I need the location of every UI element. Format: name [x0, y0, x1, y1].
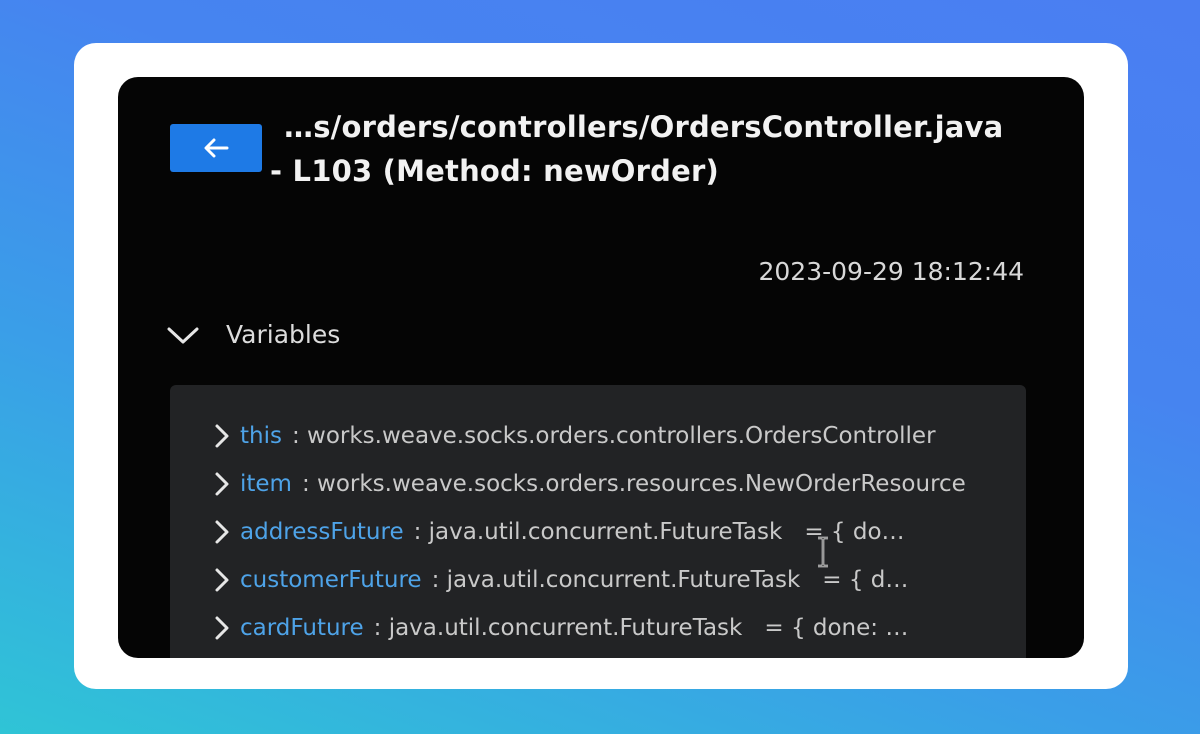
list-item[interactable]: item : works.weave.socks.orders.resource… [212, 460, 1082, 508]
variable-type: : java.util.concurrent.FutureTask [431, 567, 801, 593]
variable-type: : java.util.concurrent.FutureTask [373, 615, 743, 641]
line-method: - L103 (Method: newOrder) [270, 154, 719, 188]
variable-name: customerFuture [240, 567, 422, 593]
variables-toggle[interactable]: Variables [166, 320, 340, 349]
file-path: …s/orders/controllers/OrdersController.j… [284, 110, 1004, 144]
chevron-right-icon[interactable] [212, 423, 240, 449]
variable-name: addressFuture [240, 519, 404, 545]
variable-type: : works.weave.socks.orders.resources.New… [301, 471, 966, 497]
list-item[interactable]: addressFuture : java.util.concurrent.Fut… [212, 508, 1082, 556]
variables-label: Variables [226, 320, 341, 349]
variable-name: item [240, 471, 292, 497]
variable-type: : works.weave.socks.orders.controllers.O… [291, 423, 936, 449]
arrow-left-icon [204, 138, 229, 158]
snapshot-timestamp: 2023-09-29 18:12:44 [758, 257, 1024, 286]
chevron-down-icon [167, 327, 199, 343]
list-item[interactable]: customerFuture : java.util.concurrent.Fu… [212, 556, 1082, 604]
variable-value: = { d… [822, 567, 909, 593]
list-item[interactable]: this : works.weave.socks.orders.controll… [212, 412, 1082, 460]
back-button[interactable] [170, 124, 262, 172]
variable-value: = { done: … [764, 615, 909, 641]
chevron-right-icon[interactable] [212, 471, 240, 497]
variable-name: cardFuture [240, 615, 364, 641]
text-cursor-icon [818, 536, 828, 568]
variable-name: this [240, 423, 282, 449]
list-item[interactable]: cardFuture : java.util.concurrent.Future… [212, 604, 1082, 652]
chevron-right-icon[interactable] [212, 615, 240, 641]
page-title: …s/orders/controllers/OrdersController.j… [270, 105, 1044, 193]
variable-type: : java.util.concurrent.FutureTask [413, 519, 783, 545]
chevron-right-icon[interactable] [212, 519, 240, 545]
variables-list: this : works.weave.socks.orders.controll… [212, 412, 1082, 652]
chevron-right-icon[interactable] [212, 567, 240, 593]
